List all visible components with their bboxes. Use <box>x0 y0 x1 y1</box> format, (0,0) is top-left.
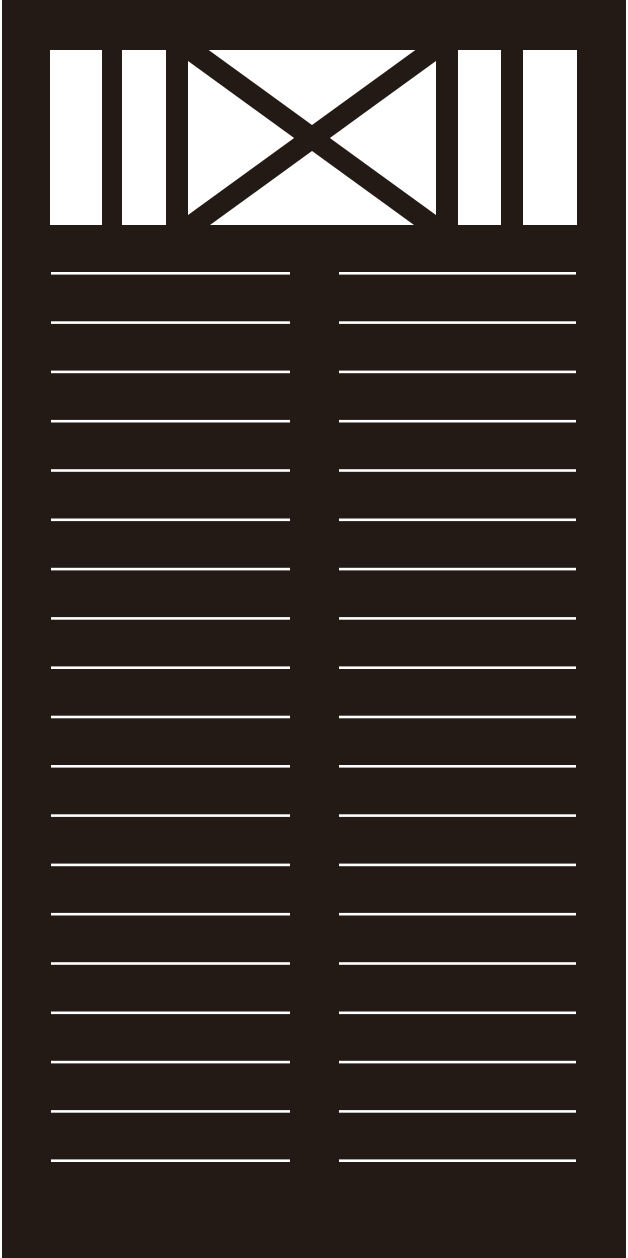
slat-gap <box>339 419 576 423</box>
slat-gap <box>51 715 290 719</box>
slat-gap <box>51 1060 290 1064</box>
slat-gap <box>51 272 290 275</box>
slat-gap <box>51 863 290 867</box>
slat-gap <box>51 617 290 620</box>
slat-gap <box>339 715 576 719</box>
slat-gap <box>339 863 576 867</box>
slat-gap <box>339 666 576 669</box>
slat-gap <box>339 1159 576 1162</box>
slat-gap <box>339 567 576 571</box>
slat-gap <box>51 1011 290 1015</box>
slat-gap <box>339 321 576 324</box>
slat-gap <box>339 912 576 916</box>
lattice-vertical-slat <box>436 48 458 228</box>
slat-gap <box>51 518 290 522</box>
slat-gap <box>51 962 290 965</box>
lattice-vertical-slat <box>166 48 188 228</box>
slat-gap <box>339 765 576 768</box>
slat-gap <box>51 321 290 324</box>
slat-gap <box>51 912 290 916</box>
slat-gap <box>51 469 290 472</box>
slat-gap <box>51 814 290 817</box>
slat-gap <box>51 567 290 571</box>
slat-gap <box>51 666 290 669</box>
slat-gap <box>51 370 290 374</box>
lattice-vertical-slat <box>501 48 523 228</box>
fence-panel-image <box>2 0 626 1258</box>
lattice-vertical-slat <box>102 48 122 228</box>
slat-gap <box>339 1110 576 1113</box>
slat-gap <box>51 419 290 423</box>
slat-gap <box>339 469 576 472</box>
slat-gap <box>339 962 576 965</box>
slat-gap <box>339 518 576 522</box>
slat-gap <box>51 1110 290 1113</box>
slat-gap <box>51 1159 290 1162</box>
slat-gap <box>339 814 576 817</box>
slat-gap <box>339 1011 576 1015</box>
slat-gap <box>339 272 576 275</box>
slat-gap <box>339 370 576 374</box>
slat-gap <box>339 1060 576 1064</box>
slat-gap <box>51 765 290 768</box>
slat-gap <box>339 617 576 620</box>
